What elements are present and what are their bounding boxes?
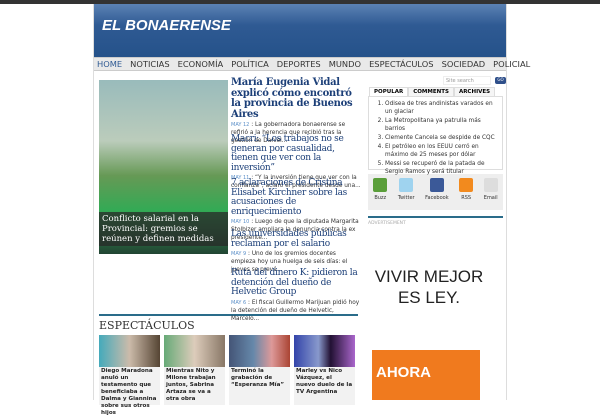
- nav-home[interactable]: HOME: [97, 58, 122, 70]
- buzz-link[interactable]: Buzz: [373, 178, 388, 210]
- page: EL BONAERENSE HOME NOTICIAS ECONOMÍA POL…: [93, 4, 530, 416]
- story-title[interactable]: Las universidades públicas reclaman por …: [231, 229, 361, 249]
- facebook-label: Facebook: [425, 195, 449, 201]
- sidebar-tabs: POPULAR COMMENTS ARCHIVES: [365, 87, 506, 96]
- email-icon: [483, 178, 498, 192]
- card-image: [294, 335, 355, 367]
- nav-espectaculos[interactable]: ESPECTÁCULOS: [369, 58, 434, 70]
- social-links: Buzz Twitter Facebook RSS Email: [368, 174, 503, 210]
- news-card[interactable]: Marley vs Nico Vázquez, el nuevo duelo d…: [294, 335, 355, 405]
- story-title[interactable]: María Eugenia Vidal explicó cómo encontr…: [231, 77, 361, 120]
- header: EL BONAERENSE: [94, 4, 506, 57]
- story-excerpt: El fiscal Guillermo Marijuan pidió hoy l…: [231, 299, 360, 322]
- story-title[interactable]: Ruta del dinero K: pidieron la detención…: [231, 268, 361, 298]
- nav-sociedad[interactable]: SOCIEDAD: [442, 58, 486, 70]
- story-item: Ruta del dinero K: pidieron la detención…: [231, 268, 361, 322]
- card-title[interactable]: Marley vs Nico Vázquez, el nuevo duelo d…: [294, 367, 355, 397]
- popular-item[interactable]: Odisea de tres andinistas varados en un …: [385, 100, 498, 116]
- story-date: MAY 10: [231, 219, 250, 225]
- sidebar: Site search GO POPULAR COMMENTS ARCHIVES…: [365, 74, 506, 226]
- featured-image[interactable]: Conflicto salarial en la Provincial: gre…: [99, 80, 228, 254]
- facebook-link[interactable]: Facebook: [425, 178, 449, 210]
- twitter-link[interactable]: Twitter: [398, 178, 415, 210]
- popular-item[interactable]: La Metropolitana ya patrulla más barrios: [385, 117, 498, 133]
- story-title[interactable]: 7 aclaraciones de Cristina Elisabet Kirc…: [231, 178, 361, 217]
- story-title[interactable]: Macri: “Los trabajos no se generan por c…: [231, 134, 361, 173]
- news-card[interactable]: Mientras Nito y Milone trabajan juntos, …: [164, 335, 225, 405]
- rss-link[interactable]: RSS: [459, 178, 474, 210]
- divider: [368, 216, 503, 218]
- story-date: MAY 12: [231, 122, 250, 128]
- popular-list: Odisea de tres andinistas varados en un …: [368, 96, 503, 175]
- twitter-icon: [399, 178, 414, 192]
- email-label: Email: [483, 195, 498, 201]
- main-nav: HOME NOTICIAS ECONOMÍA POLÍTICA DEPORTES…: [94, 57, 530, 71]
- card-title[interactable]: Mientras Nito y Milone trabajan juntos, …: [164, 367, 225, 404]
- rss-label: RSS: [461, 195, 472, 201]
- tab-archives[interactable]: ARCHIVES: [453, 87, 496, 96]
- card-image: [164, 335, 225, 367]
- card-title[interactable]: Diego Maradona anuló un testamento que b…: [99, 367, 160, 418]
- popular-item[interactable]: Clemente Cancela se despide de CQC: [385, 134, 498, 142]
- story-date: MAY 6: [231, 299, 247, 306]
- rss-icon: [459, 178, 474, 192]
- story-date: MAY 9: [231, 251, 247, 257]
- news-card[interactable]: Terminó la grabación de “Esperanza Mía”: [229, 335, 290, 405]
- tab-popular[interactable]: POPULAR: [369, 87, 409, 96]
- ad-label: ADVERTISEMENT: [368, 221, 406, 226]
- tab-comments[interactable]: COMMENTS: [408, 87, 454, 96]
- email-link[interactable]: Email: [483, 178, 498, 210]
- nav-politica[interactable]: POLÍTICA: [231, 58, 269, 70]
- card-title[interactable]: Terminó la grabación de “Esperanza Mía”: [229, 367, 290, 390]
- story-list: María Eugenia Vidal explicó cómo encontr…: [231, 77, 361, 321]
- site-search: Site search GO: [365, 74, 506, 86]
- site-logo[interactable]: EL BONAERENSE: [102, 17, 231, 34]
- nav-noticias[interactable]: NOTICIAS: [130, 58, 169, 70]
- featured-caption[interactable]: Conflicto salarial en la Provincial: gre…: [99, 212, 228, 246]
- advertisement[interactable]: VIVIR MEJOR ES LEY.: [374, 266, 484, 308]
- card-image: [99, 335, 160, 367]
- search-button[interactable]: GO: [495, 76, 506, 84]
- card-image: [229, 335, 290, 367]
- nav-economia[interactable]: ECONOMÍA: [178, 58, 224, 70]
- nav-policial[interactable]: POLICIAL: [493, 58, 530, 70]
- popular-item[interactable]: El petróleo en los EEUU cerró en máximo …: [385, 143, 498, 159]
- twitter-label: Twitter: [397, 195, 415, 201]
- buzz-icon: [373, 178, 388, 192]
- espectaculos-section: ESPECTÁCULOS Diego Maradona anuló un tes…: [99, 314, 358, 416]
- news-card[interactable]: Diego Maradona anuló un testamento que b…: [99, 335, 160, 416]
- facebook-icon: [429, 178, 444, 192]
- buzz-label: Buzz: [374, 195, 387, 201]
- nav-mundo[interactable]: MUNDO: [329, 58, 361, 70]
- nav-deportes[interactable]: DEPORTES: [277, 58, 321, 70]
- advertisement-banner[interactable]: AHORA: [372, 350, 480, 400]
- search-input[interactable]: Site search: [443, 75, 491, 85]
